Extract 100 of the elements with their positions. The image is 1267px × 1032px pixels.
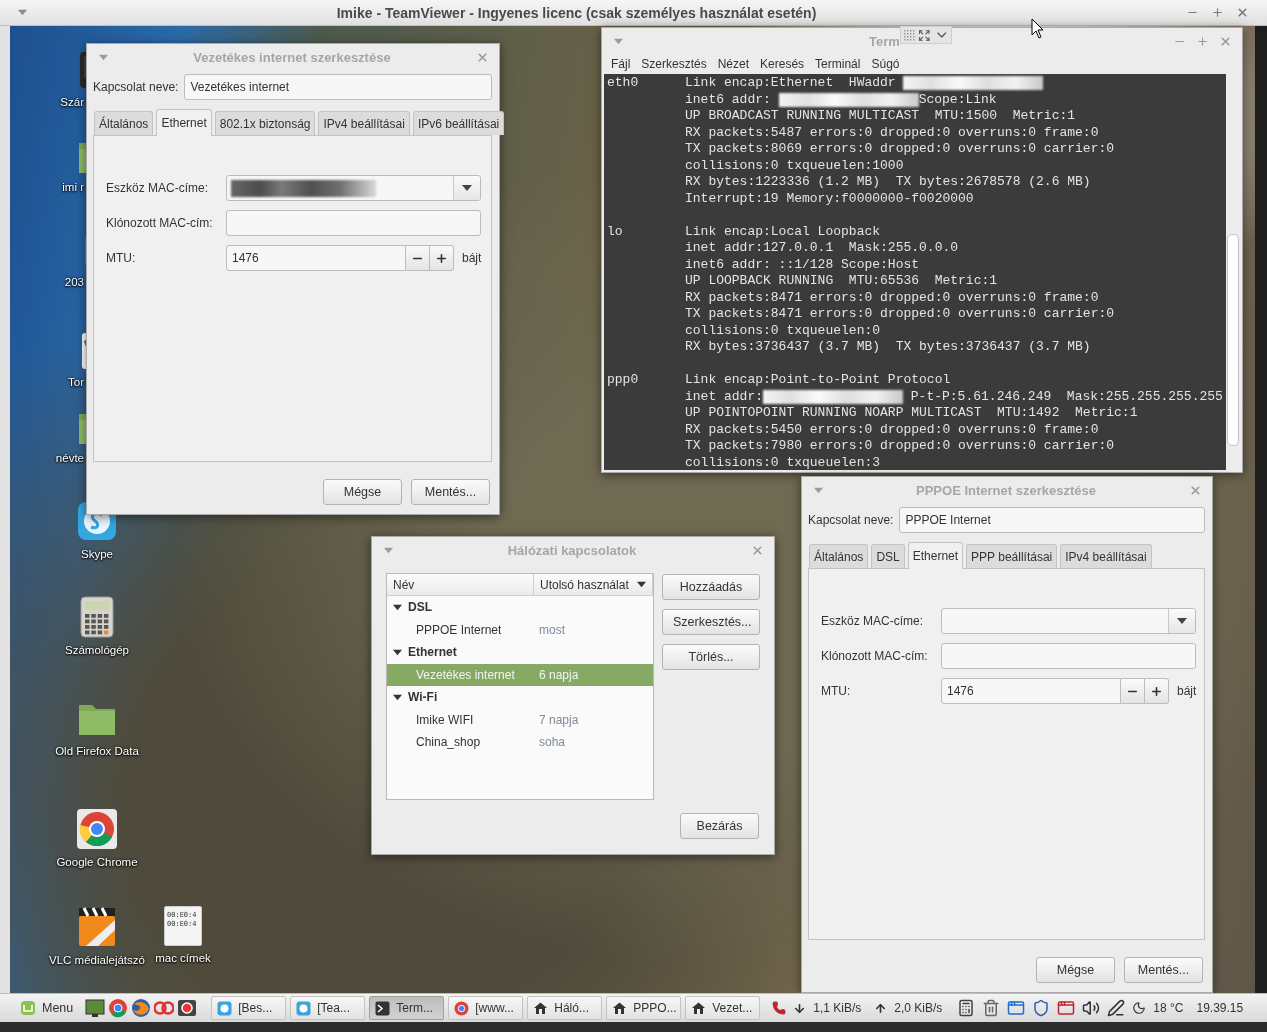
column-label: Utolsó használat (540, 577, 629, 592)
dialog-button[interactable]: Hozzáadás (662, 574, 760, 600)
taskbar-window-button[interactable]: [www... (448, 996, 524, 1020)
dialog-button[interactable]: Mégse (323, 479, 402, 505)
expander-icon[interactable] (393, 692, 402, 702)
column-header[interactable]: Utolsó használat (534, 574, 653, 596)
taskbar-window-button[interactable]: [Bes... (211, 996, 287, 1020)
terminal-text: Scope:Link (918, 91, 997, 108)
dialog-button[interactable]: Szerkesztés... (662, 609, 760, 635)
window-title: Hálózati kapcsolatok (506, 542, 638, 558)
tab[interactable]: DSL (871, 544, 905, 568)
shield-icon[interactable] (1032, 999, 1051, 1017)
window-menu-icon[interactable] (18, 8, 27, 17)
dialog-button[interactable]: Mentés... (1124, 957, 1203, 983)
pen-icon[interactable] (1107, 999, 1126, 1017)
grip-icon[interactable] (903, 29, 915, 41)
clock-text[interactable]: 19.39.15 (1196, 1001, 1244, 1015)
taskbar-window-button[interactable]: PPPO... (606, 996, 682, 1020)
terminal-text: inet addr: (685, 388, 763, 405)
menu-item[interactable]: Súgó (871, 57, 900, 71)
window-title: Vezetékes internet szerkesztése (192, 49, 392, 65)
connection-row[interactable]: China_shop soha (387, 731, 653, 754)
temperature-text: 18 °C (1153, 1001, 1184, 1015)
dialog-button[interactable]: Mentés... (411, 479, 490, 505)
menu-item[interactable]: Nézet (717, 57, 750, 71)
dialog-button[interactable]: Törlés... (662, 644, 760, 670)
remote-control-toolbar[interactable] (900, 26, 952, 44)
volume-icon[interactable] (1082, 999, 1101, 1017)
terminal-text: Link encap:Point-to-Point Protocol (685, 372, 951, 389)
column-header[interactable]: Név (387, 574, 534, 596)
expander-icon[interactable] (393, 647, 402, 657)
plus-icon (435, 251, 448, 265)
increment-button[interactable] (1145, 678, 1169, 704)
terminal-text: inet addr:127.0.0.1 Mask:255.0.0.0 (685, 240, 959, 257)
mtu-field[interactable]: 1476 (941, 678, 1121, 704)
tab[interactable]: IPv6 beállításai (412, 111, 505, 135)
connection-row[interactable]: PPPOE Internet most (387, 618, 653, 641)
field-label: MTU: (821, 684, 852, 698)
dropdown-arrow-icon[interactable] (1177, 616, 1188, 626)
menu-button[interactable]: Menu (16, 996, 78, 1020)
tab[interactable]: IPv4 beállításai (318, 111, 410, 135)
mtu-field[interactable]: 1476 (226, 245, 406, 271)
upload-arrow-icon (874, 1001, 888, 1015)
connection-name-field[interactable]: PPPOE Internet (899, 507, 1205, 533)
clapperboard-icon[interactable] (76, 906, 118, 948)
maximize-icon[interactable] (1211, 6, 1224, 19)
dialog-button[interactable]: Mégse (1036, 957, 1115, 983)
interface-name: eth0 (607, 75, 639, 92)
menu-item[interactable]: Fájl (611, 57, 631, 71)
tab[interactable]: IPv4 beállításai (1060, 544, 1152, 568)
monitor-icon[interactable] (85, 998, 106, 1018)
terminal-text: RX bytes:1223336 (1.2 MB) TX bytes:2678578 (2.6 MB) (685, 174, 1091, 191)
browser-icon[interactable] (76, 808, 118, 850)
taskbar-window-button[interactable]: Háló... (527, 996, 603, 1020)
connection-name-field[interactable]: Vezetékes internet (184, 74, 492, 100)
tab[interactable]: Általános (94, 111, 154, 135)
menu-item[interactable]: Terminál (815, 57, 861, 71)
tab[interactable]: PPP beállításai (966, 544, 1058, 568)
taskbar-window-button[interactable]: Vezet... (685, 996, 761, 1020)
remote-app-icon[interactable] (1007, 999, 1026, 1017)
last-used-text: 6 napja (538, 667, 580, 682)
increment-button[interactable] (430, 245, 454, 271)
terminal-text: RX packets:5450 errors:0 dropped:0 overruns:0 frame:0 (685, 421, 1099, 438)
mac-address-dropdown[interactable] (226, 175, 482, 201)
phone-icon[interactable] (772, 1001, 787, 1015)
interface-name: ppp0 (607, 372, 639, 389)
tab[interactable]: 802.1x biztonság (214, 111, 316, 135)
circles-icon[interactable] (154, 998, 175, 1018)
mac-address-field[interactable] (941, 643, 1197, 669)
calculator-icon[interactable] (957, 999, 976, 1017)
tab[interactable]: Ethernet (907, 542, 964, 569)
terminal-text: TX packets:8471 errors:0 dropped:0 overruns:0 carrier:0 (685, 306, 1115, 323)
browser-icon[interactable] (108, 998, 129, 1018)
field-label: Klónozott MAC-cím: (106, 216, 214, 230)
trash-icon[interactable] (982, 999, 1001, 1017)
expander-icon[interactable] (393, 602, 402, 612)
dropdown-arrow-icon[interactable] (462, 183, 473, 193)
taskbar-window-button[interactable]: Term... (369, 996, 445, 1020)
menu-item[interactable]: Szerkesztés (641, 57, 707, 71)
field-label: Klónozott MAC-cím: (821, 649, 929, 663)
chat-icon (296, 1000, 312, 1016)
close-icon[interactable] (1236, 6, 1249, 19)
scrollbar[interactable] (1226, 74, 1240, 470)
desktop-icon-label: 203 (64, 276, 84, 288)
upload-rate: 2,0 KiB/s (894, 1001, 943, 1015)
connection-name: Imike WIFI (415, 712, 475, 727)
browser-icon (454, 1000, 470, 1016)
tab[interactable]: Általános (809, 544, 869, 568)
close-button[interactable]: Bezárás (680, 813, 759, 839)
window-icon[interactable] (1057, 999, 1076, 1017)
taskbar-window-button[interactable]: [Tea... (290, 996, 366, 1020)
menu-item[interactable]: Keresés (760, 57, 805, 71)
terminal-text: UP BROADCAST RUNNING MULTICAST MTU:1500 Metric:1 (685, 108, 1076, 125)
last-used-text: 7 napja (538, 712, 580, 727)
tab[interactable]: Ethernet (156, 109, 212, 136)
record-icon[interactable] (177, 998, 198, 1018)
globe-icon[interactable] (131, 998, 152, 1018)
fullscreen-icon[interactable] (918, 28, 931, 42)
mac-address-field[interactable] (226, 210, 482, 236)
connection-row[interactable]: Imike WIFI 7 napja (387, 708, 653, 731)
